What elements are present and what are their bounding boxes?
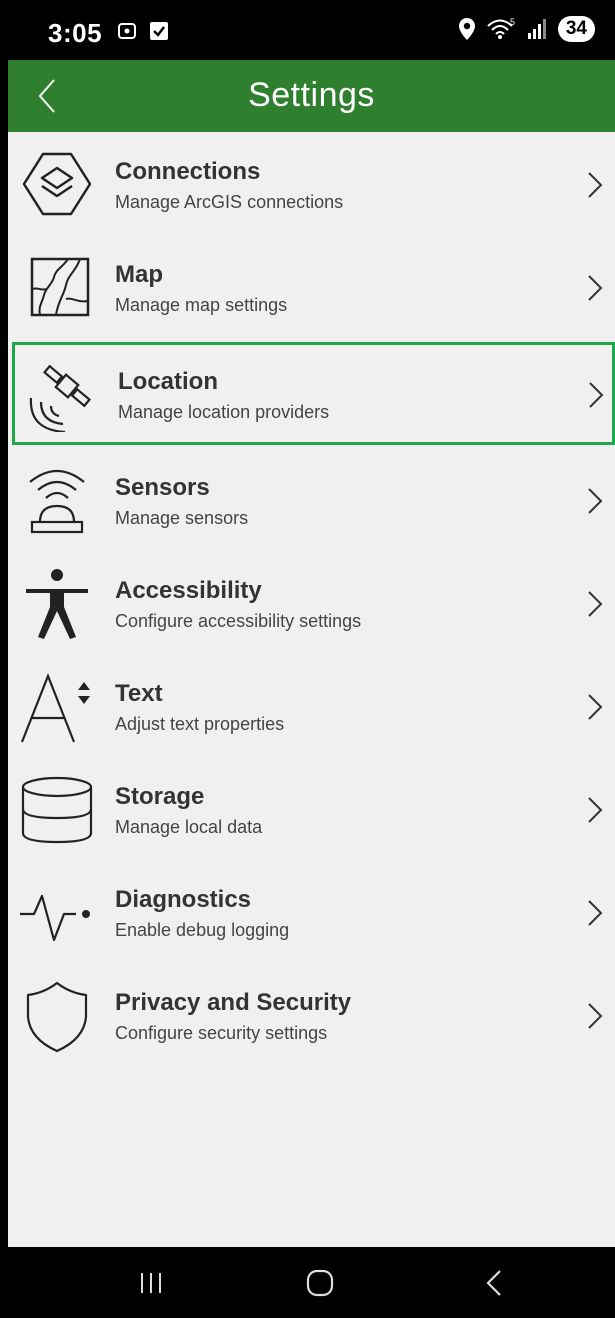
settings-list: Connections Manage ArcGIS connections Ma… <box>8 132 615 1247</box>
home-icon[interactable] <box>302 1265 338 1301</box>
settings-item-subtitle: Configure accessibility settings <box>115 611 362 631</box>
diagnostics-icon <box>20 894 90 942</box>
settings-item-text: Text Adjust text properties <box>115 680 284 736</box>
settings-item-subtitle: Manage location providers <box>118 402 330 422</box>
settings-item-title: Connections <box>115 158 261 185</box>
battery-icon: 34 <box>557 16 595 42</box>
chevron-right-icon <box>588 488 603 514</box>
recent-apps-icon[interactable] <box>136 1265 166 1301</box>
chevron-right-icon <box>588 275 603 301</box>
app-bar: Settings <box>8 60 615 132</box>
status-time: 3:05 <box>48 18 103 48</box>
satellite-icon <box>29 364 92 432</box>
settings-item-subtitle: Manage map settings <box>115 295 288 315</box>
back-icon[interactable] <box>480 1265 510 1301</box>
settings-item-connections[interactable]: Connections Manage ArcGIS connections <box>8 132 615 235</box>
wifi-icon: 5 <box>487 17 515 39</box>
settings-item-title: Storage <box>115 783 205 810</box>
location-pin-icon <box>458 18 475 40</box>
chevron-right-icon <box>588 172 603 198</box>
screenshot-icon <box>118 23 136 39</box>
settings-item-subtitle: Manage local data <box>115 817 263 837</box>
settings-item-location[interactable]: Location Manage location providers <box>12 342 615 445</box>
settings-item-storage[interactable]: Storage Manage local data <box>8 757 615 860</box>
settings-item-subtitle: Manage sensors <box>115 508 249 528</box>
settings-item-subtitle: Adjust text properties <box>115 714 285 734</box>
settings-item-title: Location <box>118 368 218 395</box>
status-icons-left <box>116 20 170 42</box>
settings-item-text: Map Manage map settings <box>115 261 287 317</box>
status-icons-right: 5 34 <box>458 16 595 42</box>
settings-item-title: Privacy and Security <box>115 989 352 1016</box>
signal-icon <box>527 19 546 39</box>
status-bar: 3:05 5 34 <box>8 0 615 60</box>
settings-item-privacy-security[interactable]: Privacy and Security Configure security … <box>8 963 615 1066</box>
map-icon <box>30 257 90 317</box>
settings-item-title: Text <box>115 680 163 707</box>
text-size-icon <box>20 672 90 743</box>
settings-item-diagnostics[interactable]: Diagnostics Enable debug logging <box>8 860 615 963</box>
chevron-right-icon <box>588 900 603 926</box>
settings-item-text: Location Manage location providers <box>118 368 329 424</box>
settings-item-title: Diagnostics <box>115 886 252 913</box>
settings-item-text: Accessibility Configure accessibility se… <box>115 577 361 633</box>
settings-item-map[interactable]: Map Manage map settings <box>8 235 615 338</box>
settings-item-text: Storage Manage local data <box>115 783 262 839</box>
settings-screen: 3:05 5 34 Settings Connections Manage Ar… <box>0 0 615 1318</box>
settings-item-text: Diagnostics Enable debug logging <box>115 886 289 942</box>
shield-icon <box>26 981 88 1053</box>
settings-item-subtitle: Manage ArcGIS connections <box>115 192 344 212</box>
settings-item-text-size[interactable]: Text Adjust text properties <box>8 654 615 757</box>
connections-icon <box>22 152 92 216</box>
accessibility-icon <box>26 569 88 639</box>
chevron-right-icon <box>589 382 604 408</box>
settings-item-accessibility[interactable]: Accessibility Configure accessibility se… <box>8 551 615 654</box>
chevron-right-icon <box>588 1003 603 1029</box>
settings-item-subtitle: Enable debug logging <box>115 920 290 940</box>
settings-item-subtitle: Configure security settings <box>115 1023 328 1043</box>
system-nav-bar <box>8 1247 615 1318</box>
settings-item-text: Sensors Manage sensors <box>115 474 248 530</box>
settings-item-sensors[interactable]: Sensors Manage sensors <box>8 448 615 551</box>
sensor-icon <box>29 470 85 534</box>
chevron-right-icon <box>588 694 603 720</box>
chevron-right-icon <box>588 797 603 823</box>
settings-item-title: Accessibility <box>115 577 262 604</box>
settings-item-text: Privacy and Security Configure security … <box>115 989 351 1045</box>
checkbox-notification-icon <box>150 22 168 40</box>
chevron-right-icon <box>588 591 603 617</box>
settings-item-text: Connections Manage ArcGIS connections <box>115 158 343 214</box>
settings-item-title: Map <box>115 261 163 288</box>
settings-item-title: Sensors <box>115 474 210 501</box>
page-title: Settings <box>248 76 375 114</box>
svg-text:5: 5 <box>510 17 515 27</box>
database-icon <box>21 776 93 844</box>
